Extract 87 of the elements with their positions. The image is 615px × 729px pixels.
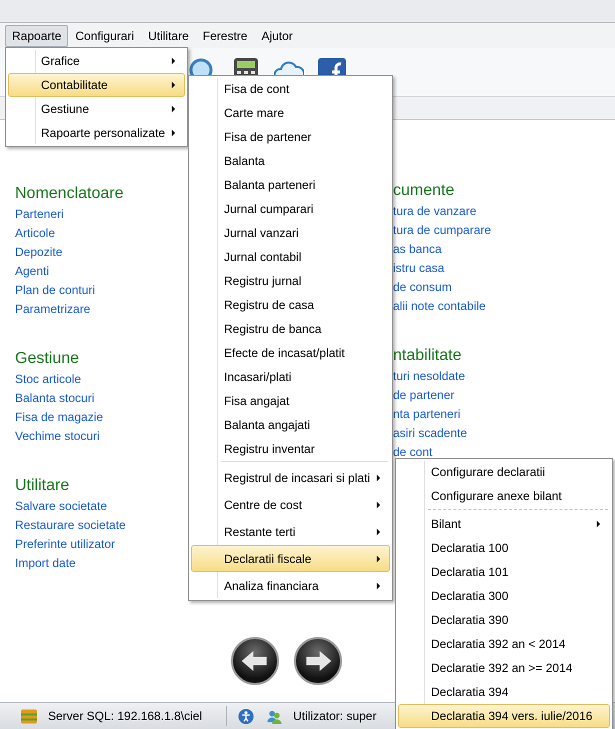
menu-item[interactable]: Jurnal vanzari xyxy=(191,221,390,245)
link[interactable]: Vechime stocuri xyxy=(15,427,100,446)
menu-item[interactable]: Declaratia 394 xyxy=(398,680,610,704)
submenu-arrow-icon xyxy=(376,474,382,482)
link[interactable]: alii note contabile xyxy=(393,297,486,316)
link[interactable]: Preferinte utilizator xyxy=(15,535,116,554)
menu-item[interactable]: Centre de cost xyxy=(191,491,390,518)
menu-item[interactable]: Carte mare xyxy=(191,101,390,125)
link[interactable]: Parteneri xyxy=(15,205,64,224)
menu-item[interactable]: Declaratia 300 xyxy=(398,584,610,608)
submenu-arrow-icon xyxy=(376,528,381,536)
link[interactable]: istru casa xyxy=(393,259,444,278)
menu-item[interactable]: Incasari/plati xyxy=(191,365,390,389)
link[interactable]: Stoc articole xyxy=(15,370,82,389)
submenu-arrow-icon xyxy=(171,105,176,113)
menu-item[interactable]: Declaratie 392 an >= 2014 xyxy=(398,656,610,680)
link[interactable]: tura de vanzare xyxy=(393,202,476,221)
menu-item[interactable]: Declaratia 390 xyxy=(398,608,610,632)
submenu-arrow-icon xyxy=(376,554,381,562)
link[interactable]: Agenti xyxy=(15,262,50,281)
link[interactable]: asiri scadente xyxy=(393,424,468,443)
link[interactable]: as banca xyxy=(393,240,442,259)
section-heading: Nomenclatoare xyxy=(15,184,124,204)
link[interactable]: tura de cumparare xyxy=(393,221,492,240)
database-icon xyxy=(20,708,38,724)
submenu-arrow-icon xyxy=(171,57,176,65)
menu-bar-item[interactable]: Ajutor xyxy=(254,24,300,46)
menu-item[interactable]: Efecte de incasat/platit xyxy=(191,341,390,365)
menu-item[interactable]: Balanta angajati xyxy=(191,413,390,437)
submenu-arrow-icon xyxy=(596,520,601,528)
menu-item[interactable]: Bilant xyxy=(398,512,610,536)
submenu-arrow-icon xyxy=(171,129,176,137)
submenu-arrow-icon xyxy=(171,81,176,89)
menu-item[interactable]: Configurare declaratii xyxy=(398,460,610,484)
link[interactable]: Depozite xyxy=(15,243,62,262)
link[interactable]: Parametrizare xyxy=(15,300,90,319)
menu-item[interactable]: Jurnal contabil xyxy=(191,245,390,269)
section-heading: Utilitare xyxy=(15,476,70,496)
menu-item[interactable]: Declaratii fiscale xyxy=(191,545,390,572)
link[interactable]: Balanta stocuri xyxy=(15,389,94,408)
menu-item[interactable]: Declaratia 100 xyxy=(398,536,610,560)
server-status-text: Server SQL: 192.168.1.8\ciel xyxy=(48,709,202,723)
menu-item[interactable]: Gestiune xyxy=(8,97,185,121)
menu-bar-item[interactable]: Rapoarte xyxy=(5,24,68,46)
menu-item[interactable]: Fisa angajat xyxy=(191,389,390,413)
menu-item[interactable]: Restante terti xyxy=(191,518,390,545)
section-heading: ntabilitate xyxy=(393,346,462,366)
link[interactable]: Salvare societate xyxy=(15,497,108,516)
menu-item[interactable]: Grafice xyxy=(8,49,185,73)
link[interactable]: nta parteneri xyxy=(393,405,460,424)
back-arrow-button[interactable] xyxy=(231,637,279,685)
menu-item[interactable]: Registru jurnal xyxy=(191,269,390,293)
link[interactable]: de cont xyxy=(393,443,432,462)
menu-item[interactable]: Declaratia 392 an < 2014 xyxy=(398,632,610,656)
menu-bar-item[interactable]: Utilitare xyxy=(141,24,196,46)
user-status-text: Utilizator: super xyxy=(293,709,376,723)
section-heading: cumente xyxy=(393,181,454,201)
menu-item[interactable]: Jurnal cumparari xyxy=(191,197,390,221)
menu-item[interactable]: Registru de banca xyxy=(191,317,390,341)
link[interactable]: de consum xyxy=(393,278,452,297)
menu-item[interactable]: Declaratia 101 xyxy=(398,560,610,584)
forward-arrow-button[interactable] xyxy=(294,637,342,685)
menu-bar-item[interactable]: Ferestre xyxy=(196,24,254,46)
link[interactable]: turi nesoldate xyxy=(393,367,466,386)
menu-item[interactable]: Analiza financiara xyxy=(191,572,390,599)
menu-item[interactable]: Registru inventar xyxy=(191,437,390,461)
link[interactable]: de partener xyxy=(393,386,454,405)
link[interactable]: Plan de conturi xyxy=(15,281,96,300)
menu-item[interactable]: Balanta parteneri xyxy=(191,173,390,197)
menu-item[interactable]: Fisa de partener xyxy=(191,125,390,149)
menu-item[interactable]: Balanta xyxy=(191,149,390,173)
link[interactable]: Articole xyxy=(15,224,56,243)
menu-item[interactable]: Registrul de incasari si plati xyxy=(191,464,390,491)
submenu-arrow-icon xyxy=(376,582,381,590)
menu-item[interactable]: Contabilitate xyxy=(8,73,185,97)
menu-item[interactable]: Fisa de cont xyxy=(191,77,390,101)
submenu-arrow-icon xyxy=(376,500,381,508)
section-heading: Gestiune xyxy=(15,349,80,369)
menu-bar-item[interactable]: Configurari xyxy=(68,24,142,46)
menu-item[interactable]: Registru de casa xyxy=(191,293,390,317)
link[interactable]: Restaurare societate xyxy=(15,516,126,535)
link[interactable]: Fisa de magazie xyxy=(15,408,104,427)
menu-item[interactable]: Rapoarte personalizate xyxy=(8,121,185,145)
accessibility-icon[interactable] xyxy=(237,708,256,724)
link[interactable]: Import date xyxy=(15,554,76,573)
menu-item[interactable]: Configurare anexe bilant xyxy=(398,484,610,508)
menu-item[interactable]: Declaratia 394 vers. iulie/2016 xyxy=(398,704,610,728)
